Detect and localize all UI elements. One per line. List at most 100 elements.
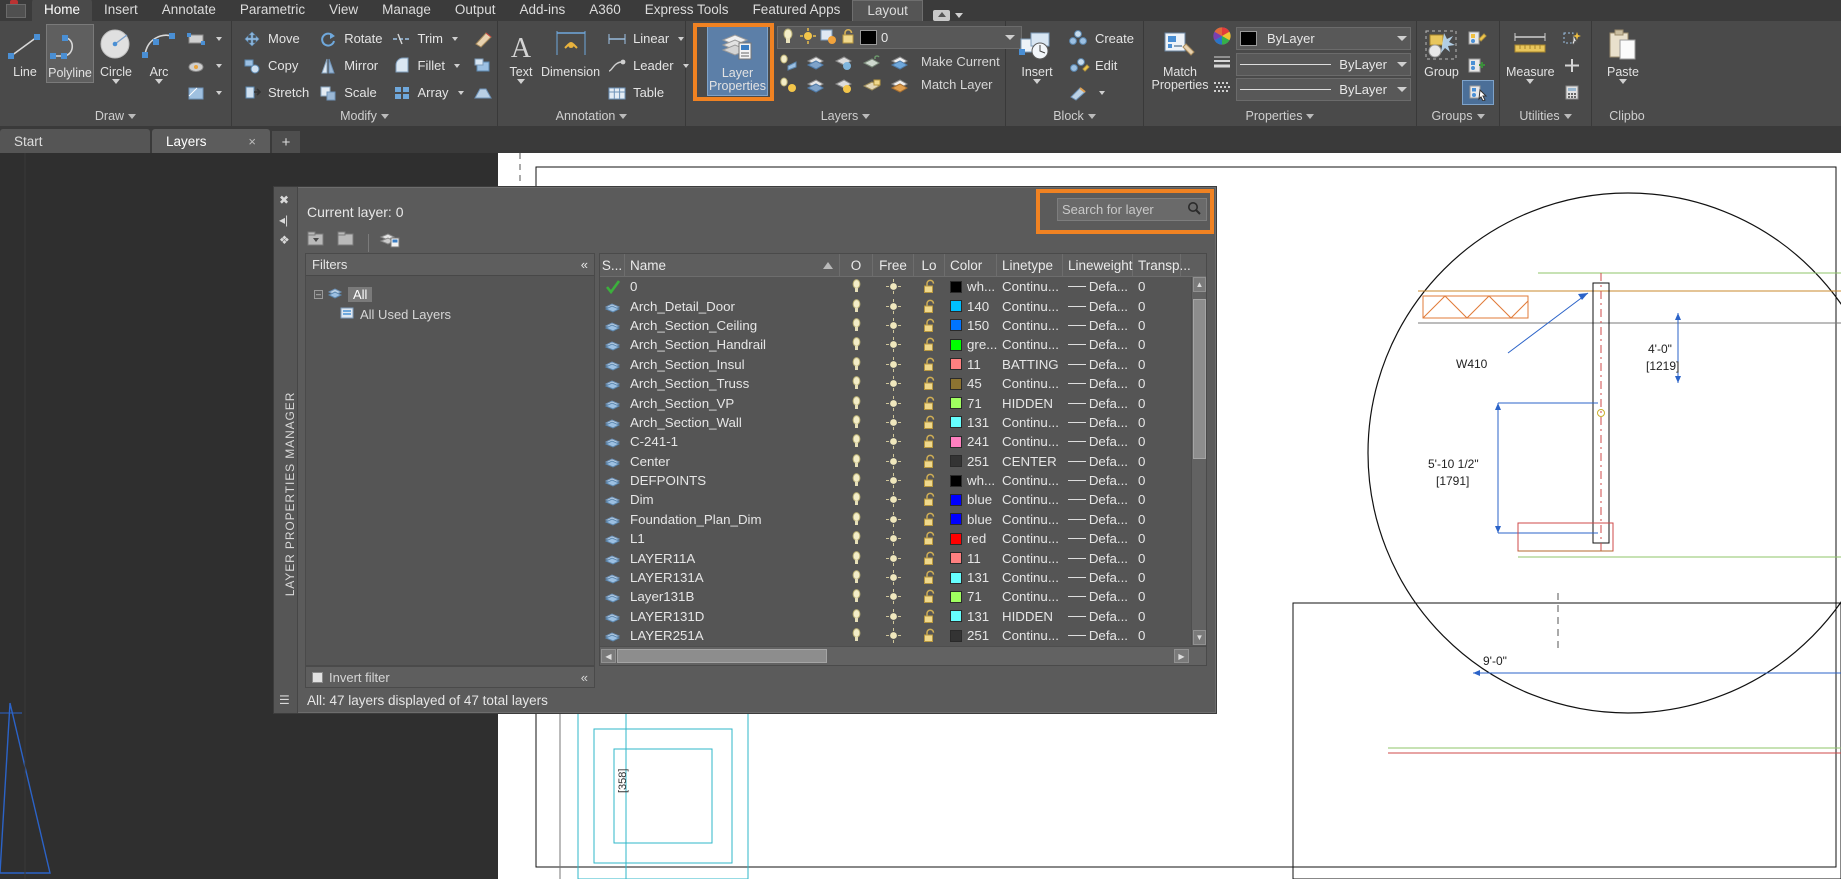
table-row[interactable]: C-241-1 241 Continu... Defa... 0: [600, 432, 1206, 451]
row-transparency[interactable]: 0: [1133, 432, 1181, 451]
row-on-toggle[interactable]: [840, 316, 873, 335]
layer-on-icon[interactable]: [780, 28, 796, 48]
move-button[interactable]: Move: [237, 26, 313, 51]
invert-filter-row[interactable]: Invert filter «: [305, 666, 595, 688]
row-lineweight[interactable]: Defa...: [1063, 529, 1133, 548]
row-on-toggle[interactable]: [840, 490, 873, 509]
row-lock-toggle[interactable]: [914, 432, 945, 451]
mirror-button[interactable]: Mirror: [313, 53, 386, 78]
row-linetype[interactable]: Continu...: [997, 471, 1063, 490]
row-freeze-toggle[interactable]: [873, 471, 914, 490]
row-linetype[interactable]: Continu...: [997, 490, 1063, 509]
palette-grip-bar[interactable]: ✖ ◂| ❖ LAYER PROPERTIES MANAGER ☰: [274, 187, 298, 713]
row-on-toggle[interactable]: [840, 413, 873, 432]
calculator-button[interactable]: [1557, 80, 1587, 105]
row-layer-name[interactable]: Center: [625, 452, 840, 471]
row-freeze-toggle[interactable]: [873, 587, 914, 606]
tab-home[interactable]: Home: [32, 0, 93, 21]
row-linetype[interactable]: CENTER: [997, 452, 1063, 471]
panel-layers-title[interactable]: Layers: [686, 107, 1005, 126]
layer-states-manager-icon[interactable]: [379, 228, 401, 249]
layer-isolate-icon[interactable]: [777, 51, 799, 72]
row-freeze-toggle[interactable]: [873, 277, 914, 296]
properties-menu-icon[interactable]: ❖: [279, 233, 290, 247]
layer-lock-icon[interactable]: [841, 28, 856, 48]
row-lock-toggle[interactable]: [914, 316, 945, 335]
row-layer-name[interactable]: Layer131B: [625, 587, 840, 606]
row-freeze-toggle[interactable]: [873, 374, 914, 393]
object-linetype-combo[interactable]: ByLayer: [1236, 53, 1411, 76]
row-lineweight[interactable]: Defa...: [1063, 510, 1133, 529]
row-color[interactable]: 150: [945, 316, 997, 335]
row-lineweight[interactable]: Defa...: [1063, 393, 1133, 412]
layer-on-all-icon[interactable]: [833, 74, 855, 95]
chevron-down-icon[interactable]: [216, 63, 222, 68]
row-freeze-toggle[interactable]: [873, 316, 914, 335]
chevron-down-icon[interactable]: [112, 79, 120, 84]
row-color[interactable]: 45: [945, 374, 997, 393]
row-linetype[interactable]: HIDDEN: [997, 393, 1063, 412]
row-on-toggle[interactable]: [840, 374, 873, 393]
grid-vertical-scrollbar[interactable]: ▲ ▼: [1191, 277, 1206, 645]
block-attributes-button[interactable]: [1064, 80, 1138, 105]
table-row[interactable]: Arch_Section_Truss 45 Continu... Defa... 0: [600, 374, 1206, 393]
table-row[interactable]: Layer131B 71 Continu... Defa... 0: [600, 587, 1206, 606]
row-status-icon[interactable]: [600, 374, 625, 393]
row-status-icon[interactable]: [600, 568, 625, 587]
row-layer-name[interactable]: Arch_Section_Truss: [625, 374, 840, 393]
row-linetype[interactable]: Continu...: [997, 316, 1063, 335]
row-transparency[interactable]: 0: [1133, 296, 1181, 315]
row-on-toggle[interactable]: [840, 471, 873, 490]
row-lock-toggle[interactable]: [914, 587, 945, 606]
table-row[interactable]: DEFPOINTS wh... Continu... Defa... 0: [600, 471, 1206, 490]
trim-button[interactable]: Trim: [387, 26, 468, 51]
edit-block-button[interactable]: Edit: [1064, 53, 1138, 78]
chevron-down-icon[interactable]: [1526, 79, 1535, 84]
panel-block-title[interactable]: Block: [1006, 107, 1143, 126]
row-layer-name[interactable]: DEFPOINTS: [625, 471, 840, 490]
group-edit-button[interactable]: [1462, 26, 1494, 51]
erase-button[interactable]: [468, 26, 498, 51]
row-status-icon[interactable]: [600, 587, 625, 606]
explode-button[interactable]: [468, 53, 498, 78]
layer-off-icon[interactable]: [833, 51, 855, 72]
row-lineweight[interactable]: Defa...: [1063, 335, 1133, 354]
row-freeze-toggle[interactable]: [873, 510, 914, 529]
row-color[interactable]: 71: [945, 587, 997, 606]
match-properties-button[interactable]: Match Properties: [1149, 24, 1211, 94]
tab-a360[interactable]: A360: [577, 0, 633, 21]
chevron-down-icon[interactable]: [862, 114, 871, 119]
dimension-button[interactable]: Dimension: [540, 24, 601, 81]
chevron-down-icon[interactable]: [1397, 62, 1407, 67]
row-status-icon[interactable]: [600, 471, 625, 490]
leader-button[interactable]: Leader: [602, 53, 692, 78]
row-freeze-toggle[interactable]: [873, 296, 914, 315]
row-color[interactable]: 11: [945, 548, 997, 567]
group-selection-toggle[interactable]: [1462, 80, 1494, 105]
table-row[interactable]: Dim blue Continu... Defa... 0: [600, 490, 1206, 509]
search-icon[interactable]: [1187, 201, 1202, 219]
row-layer-name[interactable]: Arch_Section_VP: [625, 393, 840, 412]
offset-button[interactable]: [468, 80, 498, 105]
table-row[interactable]: 0 wh... Continu... Defa... 0: [600, 277, 1206, 296]
col-linetype[interactable]: Linetype: [997, 254, 1063, 276]
chevron-down-icon[interactable]: [1619, 79, 1627, 84]
row-status-icon[interactable]: [600, 432, 625, 451]
ellipse-tool-button[interactable]: [181, 53, 226, 78]
row-status-icon[interactable]: [600, 510, 625, 529]
row-freeze-toggle[interactable]: [873, 548, 914, 567]
chevron-down-icon[interactable]: [457, 90, 464, 95]
row-lineweight[interactable]: Defa...: [1063, 490, 1133, 509]
layer-grid-body[interactable]: 0 wh... Continu... Defa... 0 Arch_Detail_Door…: [600, 277, 1206, 645]
row-linetype[interactable]: BATTING: [997, 355, 1063, 374]
row-on-toggle[interactable]: [840, 277, 873, 296]
chevron-down-icon[interactable]: [453, 63, 460, 68]
row-color[interactable]: gre...: [945, 335, 997, 354]
row-on-toggle[interactable]: [840, 393, 873, 412]
col-lock[interactable]: Lo: [914, 254, 945, 276]
row-on-toggle[interactable]: [840, 296, 873, 315]
object-lineweight-combo[interactable]: ByLayer: [1236, 78, 1411, 101]
row-layer-name[interactable]: Arch_Section_Handrail: [625, 335, 840, 354]
table-row[interactable]: Arch_Section_Ceiling 150 Continu... Defa...…: [600, 316, 1206, 335]
row-lineweight[interactable]: Defa...: [1063, 277, 1133, 296]
